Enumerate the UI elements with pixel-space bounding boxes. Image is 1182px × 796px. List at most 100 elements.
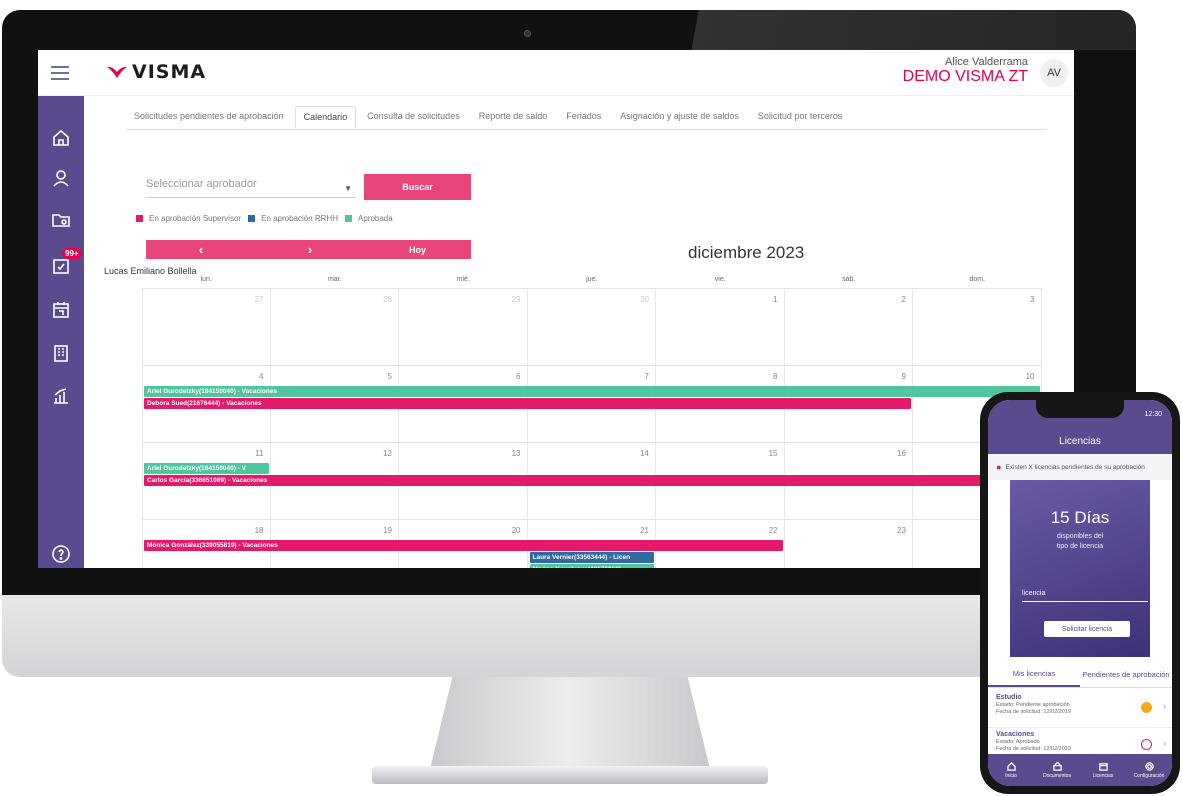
nav-settings[interactable]: Configuración xyxy=(1126,754,1172,786)
day-number: 16 xyxy=(897,449,906,458)
phone-license-select-label: licencia xyxy=(1022,590,1046,597)
warning-icon: ● xyxy=(996,462,1002,472)
tab-pending-approval[interactable]: Pendientes de aprobación xyxy=(1080,662,1172,687)
tab-bar: Solicitudes pendientes de aprobación Cal… xyxy=(126,106,853,128)
calendar-day[interactable]: 3 xyxy=(913,289,1042,365)
tab-pending-requests[interactable]: Solicitudes pendientes de aprobación xyxy=(126,106,292,128)
chevron-right-icon: › xyxy=(1163,701,1166,711)
phone-days-available: 15 Días xyxy=(1050,508,1110,527)
monitor-base xyxy=(372,766,768,784)
nav-documents[interactable]: Documentos xyxy=(1034,754,1080,786)
phone-time: 12:30 xyxy=(1144,411,1162,418)
license-status: Estado: Aprobado xyxy=(996,739,1040,745)
day-number: 2 xyxy=(901,295,906,304)
day-number: 30 xyxy=(640,295,649,304)
nav-home[interactable]: Inicio xyxy=(988,754,1034,786)
user-name: Alice Valderrama xyxy=(945,56,1028,68)
calendar-icon[interactable] xyxy=(49,298,73,322)
building-icon[interactable] xyxy=(49,341,73,365)
avatar[interactable]: AV xyxy=(1040,59,1068,87)
approver-select[interactable]: Seleccionar aprobador ▼ xyxy=(146,178,356,198)
month-title: diciembre 2023 xyxy=(688,243,805,262)
calendar-event[interactable]: Debora Sued(21676444) - Vacaciones xyxy=(144,398,911,409)
weekday-label: vie. xyxy=(714,276,726,283)
top-bar: VISMA Alice Valderrama DEMO VISMA ZT AV xyxy=(38,50,1074,96)
day-number: 4 xyxy=(259,372,264,381)
folder-icon[interactable] xyxy=(49,208,73,232)
calendar-week: 11121314151617Ariel Gurodetzky(184150040… xyxy=(142,442,1042,519)
legend-approved-swatch xyxy=(345,215,352,222)
home-icon[interactable] xyxy=(49,126,73,150)
day-number: 14 xyxy=(640,449,649,458)
calendar-day[interactable]: 27 xyxy=(142,289,271,365)
menu-icon[interactable] xyxy=(38,50,84,96)
legend-rrhh-label: En aprobación RRHH xyxy=(261,214,338,223)
request-license-button[interactable]: Solicitar licencia xyxy=(1044,621,1130,637)
calendar-day[interactable]: 28 xyxy=(271,289,399,365)
license-date: Fecha de solicitud: 12/02/2019 xyxy=(996,709,1071,715)
weekday-label: dom. xyxy=(969,276,986,283)
calendar-day[interactable]: 1 xyxy=(656,289,785,365)
phone-notch xyxy=(1036,400,1124,418)
phone-notice[interactable]: ● Existen X licencias pendientes de su a… xyxy=(988,454,1172,480)
weekday-label: lun. xyxy=(200,276,212,283)
license-title: Vacaciones xyxy=(996,731,1035,738)
calendar-grid: lun. mar. mié. jue. vie. sáb. dom. 27 28 29 30 1 2 3… xyxy=(142,276,1042,568)
monitor-stand xyxy=(430,677,710,769)
chevron-right-icon: › xyxy=(1163,738,1166,748)
tab-requests-query[interactable]: Consulta de solicitudes xyxy=(359,106,468,128)
phone-days-caption-line-1: disponibles del xyxy=(1056,533,1104,540)
help-icon[interactable] xyxy=(49,542,73,566)
day-number: 15 xyxy=(768,449,778,458)
tab-balance-adjustment[interactable]: Asignación y ajuste de saldos xyxy=(612,106,747,128)
check-icon xyxy=(1141,739,1152,750)
search-button[interactable]: Buscar xyxy=(364,174,471,200)
day-number: 18 xyxy=(254,526,264,535)
user-icon[interactable] xyxy=(49,166,73,190)
tab-third-party-request[interactable]: Solicitud por terceros xyxy=(750,106,851,128)
day-number: 12 xyxy=(383,449,392,458)
phone-notice-text: Existen X licencias pendientes de su apr… xyxy=(1005,463,1145,471)
legend-rrhh-swatch xyxy=(248,215,256,222)
phone-license-select[interactable]: licencia xyxy=(1022,590,1148,602)
visma-logo-mark-icon xyxy=(107,66,127,78)
tab-balance-report[interactable]: Reporte de saldo xyxy=(471,106,556,128)
chevron-down-icon: ▼ xyxy=(344,184,352,193)
calendar-event[interactable]: Ariel Gurodetzky(184150040) - V xyxy=(144,463,269,474)
prev-month-button[interactable]: ‹ xyxy=(146,240,256,259)
day-number: 5 xyxy=(387,372,392,381)
list-item[interactable]: Estudio Estado: Pendiente aprobación Fec… xyxy=(988,690,1172,728)
phone-screen: 12:30 Licencias ● Existen X licencias pe… xyxy=(988,400,1172,786)
nav-settings-label: Configuración xyxy=(1133,772,1165,779)
calendar-day[interactable]: 30 xyxy=(528,289,656,365)
calendar-event[interactable]: Carlos Garcia(336651089) - Vacaciones xyxy=(144,475,1040,486)
today-button[interactable]: Hoy xyxy=(364,240,471,259)
nav-licenses[interactable]: Licencias xyxy=(1080,754,1126,786)
documents-icon xyxy=(1052,761,1062,771)
phone-balance-card: 15 Días disponibles del tipo de licencia… xyxy=(1010,480,1150,657)
phone-tabs: Mis licencias Pendientes de aprobación xyxy=(988,662,1172,688)
nav-home-label: Inicio xyxy=(1005,772,1017,779)
tab-calendar[interactable]: Calendario xyxy=(294,106,357,128)
company-name[interactable]: DEMO VISMA ZT xyxy=(903,68,1028,86)
phone-title: Licencias xyxy=(1059,436,1101,447)
calendar-event[interactable]: Ariel Gurodetzky(184150040) - Vacaciones xyxy=(144,386,1040,397)
approvals-icon[interactable]: 99+ xyxy=(49,248,82,278)
reports-icon[interactable] xyxy=(49,384,73,408)
day-number: 21 xyxy=(640,526,649,535)
weekday-header: lun. mar. mié. jue. vie. sáb. dom. xyxy=(142,276,1042,288)
calendar-day[interactable]: 2 xyxy=(785,289,913,365)
calendar-event[interactable]: Mónica González(339055819) - Vacaciones xyxy=(144,540,783,551)
calendar-event[interactable]: Laura Vernier(33563444) - Licen xyxy=(529,552,654,563)
nav-licenses-label: Licencias xyxy=(1092,772,1114,779)
tab-holidays[interactable]: Feriados xyxy=(558,106,609,128)
calendar-icon xyxy=(1098,762,1108,771)
calendar-day[interactable]: 29 xyxy=(399,289,528,365)
calendar-event[interactable]: Marina Kovalyova(43176968) - xyxy=(529,564,654,568)
next-month-button[interactable]: › xyxy=(256,240,364,259)
calendar-week: 4 5 6 7 8 9 10 Ariel Gurodetzky(184150040) - Va… xyxy=(142,365,1042,442)
tab-my-licenses[interactable]: Mis licencias xyxy=(988,662,1080,687)
calendar-week: 18192021222324Mónica González(339055819)… xyxy=(142,519,1042,568)
calendar-day[interactable]: 23 xyxy=(785,520,913,568)
day-number: 1 xyxy=(773,295,778,304)
